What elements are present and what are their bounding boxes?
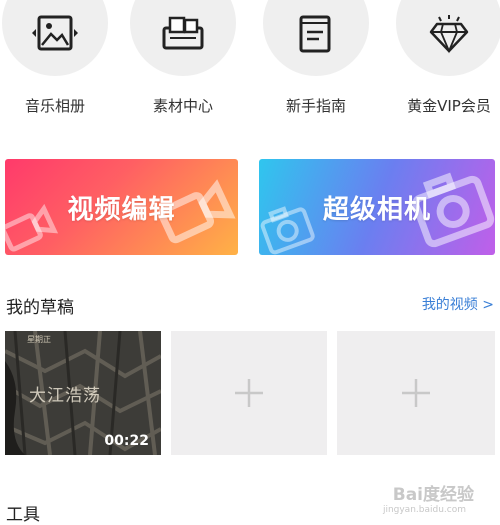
thumbnail-caption: 星期正 [27,335,51,344]
drafts-section-title: 我的草稿 [6,298,74,318]
video-duration: 00:22 [104,433,149,449]
watermark-url: jingyan.baidu.com [382,505,466,515]
thumbnail-title: 大江浩荡 [29,386,101,406]
guide-book-icon [299,15,331,53]
feature-gold-vip[interactable]: 黄金VIP会员 [394,0,500,130]
camera-icon [260,206,315,255]
super-camera-banner[interactable]: 超级相机 [259,159,495,255]
video-camera-icon [5,203,59,252]
feature-music-album[interactable]: 音乐相册 [0,0,110,130]
feature-label: 黄金VIP会员 [407,97,491,115]
plus-icon [235,379,263,407]
photo-album-icon [32,15,78,51]
video-edit-banner[interactable]: 视频编辑 [5,159,238,255]
add-draft-button[interactable] [337,331,495,455]
material-box-icon [162,16,204,50]
feature-circle [2,0,108,76]
diamond-icon [429,15,469,54]
feature-label: 音乐相册 [24,97,85,115]
plus-icon [402,379,430,407]
video-edit-label: 视频编辑 [67,194,176,225]
feature-label: 新手指南 [285,97,346,115]
tools-section-title: 工具 [6,505,40,525]
feature-grid: 音乐相册 素材中心 新手指南 黄金VIP会员 [0,0,500,130]
feature-material-center[interactable]: 素材中心 [128,0,238,130]
feature-circle [130,0,236,76]
feature-label: 素材中心 [152,97,213,115]
my-videos-link[interactable]: 我的视频 > [422,294,494,314]
watermark-logo: Bai度经验 [392,485,474,505]
feature-circle [396,0,500,76]
feature-beginner-guide[interactable]: 新手指南 [261,0,371,130]
feature-circle [263,0,369,76]
super-camera-label: 超级相机 [322,194,431,225]
draft-item[interactable]: 星期正 大江浩荡 00:22 [5,331,161,455]
add-draft-button[interactable] [171,331,327,455]
